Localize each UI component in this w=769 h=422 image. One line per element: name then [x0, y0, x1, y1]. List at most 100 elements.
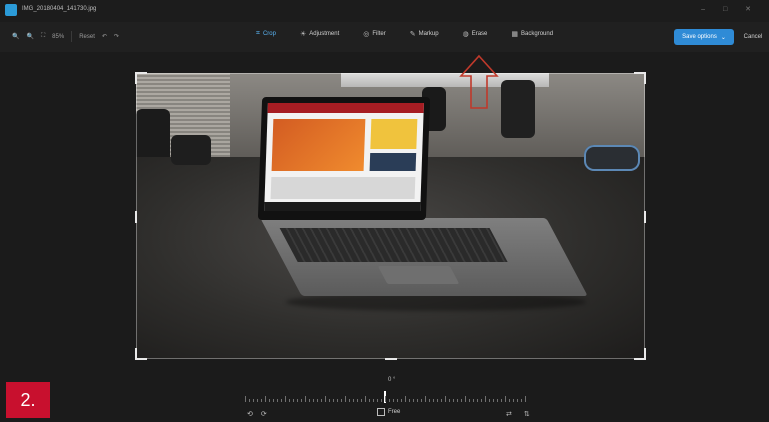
fit-icon[interactable]: ⛶ [41, 33, 45, 40]
tab-label: Adjustment [309, 31, 340, 37]
cancel-button[interactable]: Cancel [739, 29, 767, 45]
rotation-slider-tick [369, 399, 370, 402]
rotation-slider-tick [461, 399, 462, 402]
photo-conference-phone [584, 145, 640, 171]
photo-chair [501, 80, 535, 138]
reset-button[interactable]: Reset [79, 34, 95, 40]
filter-icon: ◎ [363, 31, 370, 38]
rotation-slider-tick [409, 399, 410, 402]
window-controls[interactable]: – □ ✕ [701, 5, 759, 13]
photo-laptop-display [264, 103, 424, 211]
rotation-slider-tick [473, 399, 474, 402]
rotation-slider-tick [441, 399, 442, 402]
markup-icon: ✎ [409, 31, 416, 38]
photos-editor-window: IMG_20180404_141730.jpg – □ ✕ 🔍 🔍 ⛶ 85% … [0, 0, 769, 422]
save-options-button[interactable]: Save options ⌄ [674, 29, 734, 45]
photo-website-card [369, 153, 417, 171]
aspect-ratio-button[interactable]: Free [377, 408, 400, 416]
rotation-slider-tick [377, 399, 378, 402]
tab-label: Erase [471, 31, 488, 37]
rotate-right-icon[interactable]: ⟳ [261, 410, 267, 418]
rotation-slider-tick [289, 399, 290, 402]
photo-website-header [267, 103, 424, 113]
photo-laptop-base [260, 218, 588, 296]
rotation-slider-tick [477, 399, 478, 402]
rotation-slider-tick [253, 399, 254, 402]
tab-background[interactable]: ▦ Background [511, 30, 553, 38]
rotation-slider-tick [361, 399, 362, 402]
redo-icon[interactable]: ↷ [114, 33, 119, 40]
rotation-slider-tick [413, 399, 414, 402]
tab-erase[interactable]: ◍ Erase [463, 30, 488, 38]
undo-icon[interactable]: ↶ [102, 33, 107, 40]
aspect-ratio-label: Free [388, 409, 401, 415]
rotation-slider-tick [337, 399, 338, 402]
rotation-slider-tick [293, 399, 294, 402]
rotation-slider-tick [365, 396, 366, 402]
rotation-slider-tick [277, 399, 278, 402]
rotation-slider-tick [285, 396, 286, 402]
zoom-in-icon[interactable]: 🔍 [12, 33, 19, 40]
rotation-slider-tick [509, 399, 510, 402]
rotation-slider-tick [329, 399, 330, 402]
annotation-arrow-icon [459, 54, 499, 109]
edit-tabs: ⌗ Crop ☀ Adjustment ◎ Filter ✎ Markup ◍ … [256, 30, 553, 38]
tab-label: Filter [372, 31, 386, 37]
rotation-slider-tick [301, 399, 302, 402]
rotation-slider-tick [353, 399, 354, 402]
tab-crop[interactable]: ⌗ Crop [256, 30, 276, 38]
flip-horizontal-icon[interactable]: ⇄ [506, 410, 512, 418]
tab-markup[interactable]: ✎ Markup [410, 30, 439, 38]
rotation-slider-tick [257, 399, 258, 402]
rotation-slider-tick [333, 399, 334, 402]
rotation-slider-tick [469, 399, 470, 402]
rotation-slider-tick [245, 396, 246, 402]
rotation-slider-tick [417, 399, 418, 402]
rotation-slider-tick [433, 399, 434, 402]
toolbar-divider [71, 31, 73, 42]
rotation-slider-tick [501, 399, 502, 402]
rotate-controls: ⟲ ⟳ [247, 410, 267, 418]
rotation-slider-tick [497, 399, 498, 402]
rotation-slider-tick [437, 399, 438, 402]
rotation-slider-tick [485, 396, 486, 402]
tab-label: Crop [262, 31, 276, 37]
tab-filter[interactable]: ◎ Filter [363, 30, 385, 38]
maximize-icon[interactable]: □ [723, 6, 735, 13]
rotation-slider-tick [393, 399, 394, 402]
rotation-slider-tick [481, 399, 482, 402]
rotation-slider-tick [429, 399, 430, 402]
flip-vertical-icon[interactable]: ⇅ [524, 410, 530, 418]
adjust-icon: ☀ [299, 31, 307, 38]
rotation-slider-tick [345, 396, 346, 402]
rotation-slider-tick [389, 399, 390, 402]
rotation-slider[interactable] [245, 391, 526, 403]
close-icon[interactable]: ✕ [745, 6, 759, 13]
rotation-slider-tick [385, 396, 386, 402]
step-badge: 2. [6, 382, 50, 418]
photo-laptop-screen [257, 97, 431, 220]
rotation-slider-tick [321, 399, 322, 402]
tab-label: Markup [418, 31, 439, 37]
rotation-slider-tick [453, 399, 454, 402]
rotation-slider-tick [493, 399, 494, 402]
rotation-slider-tick [445, 396, 446, 402]
rotation-slider-tick [521, 399, 522, 402]
zoom-out-icon[interactable]: 🔍 [26, 33, 33, 40]
photo-website-row [270, 177, 416, 199]
rotation-angle: 0 ° [388, 377, 396, 383]
rotate-left-icon[interactable]: ⟲ [247, 410, 253, 418]
save-options-label: Save options [682, 34, 717, 40]
rotation-slider-tick [381, 399, 382, 402]
minimize-icon[interactable]: – [701, 6, 713, 13]
tab-adjustment[interactable]: ☀ Adjustment [300, 30, 339, 38]
photo-laptop-trackpad [377, 266, 460, 284]
rotation-slider-tick [261, 399, 262, 402]
photo-preview [136, 73, 645, 359]
rotation-slider-tick [457, 399, 458, 402]
rotation-slider-tick [309, 399, 310, 402]
file-name: IMG_20180404_141730.jpg [22, 6, 97, 12]
rotation-slider-tick [313, 399, 314, 402]
rotation-slider-tick [401, 399, 402, 402]
photo-website-card [370, 119, 418, 149]
